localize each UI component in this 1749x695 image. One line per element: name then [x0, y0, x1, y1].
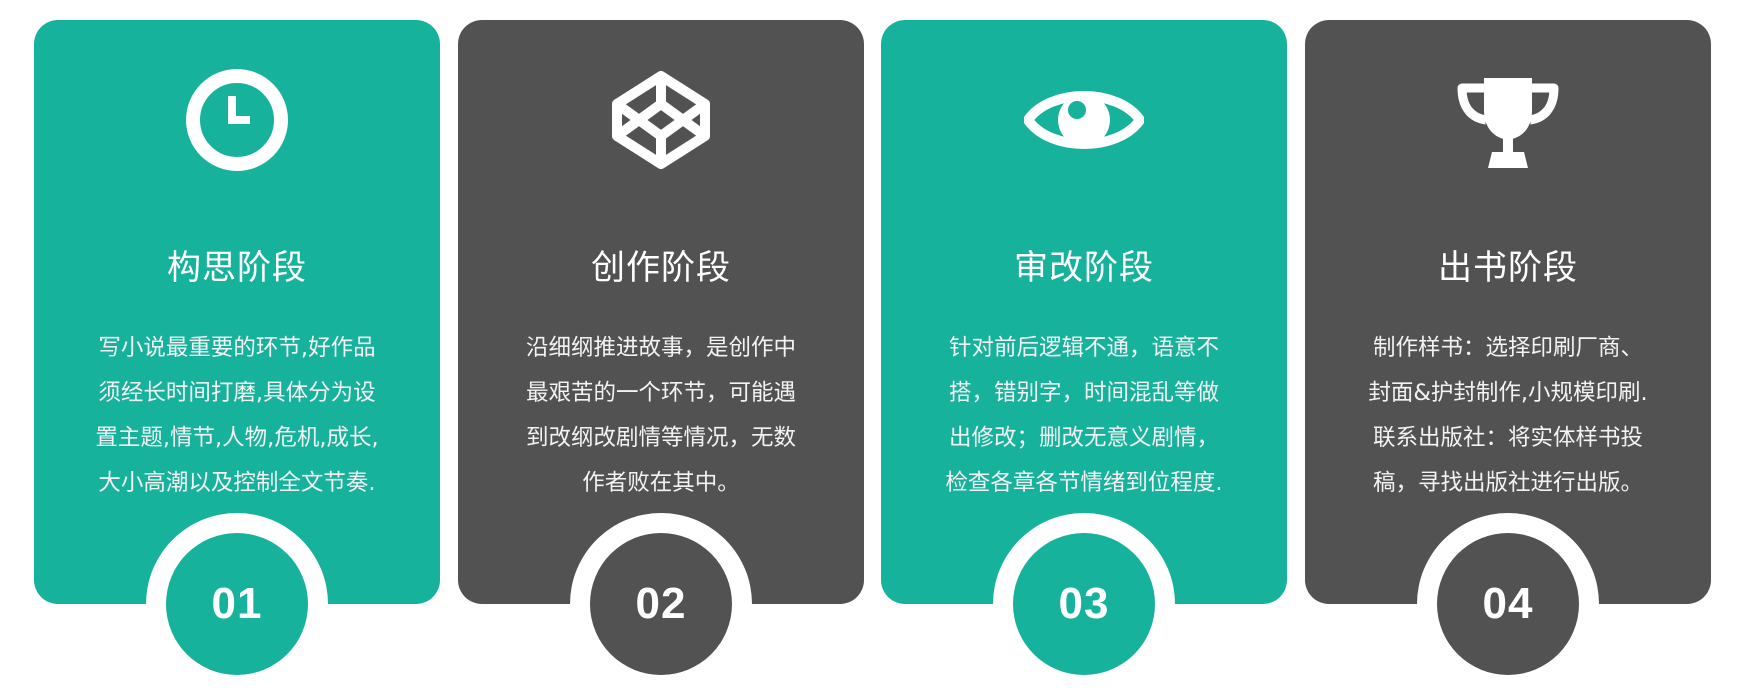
description-line: 写小说最重要的环节,好作品	[98, 335, 376, 361]
stage-title: 审改阶段	[1014, 248, 1154, 288]
stage-description: 针对前后逻辑不通，语意不 搭，错别字，时间混乱等做 出修改；删改无意义剧情， 检…	[921, 326, 1247, 506]
description-line: 搭，错别字，时间混乱等做	[948, 380, 1219, 406]
clock-icon	[186, 69, 288, 171]
description-line: 最艰苦的一个环节，可能遇	[525, 380, 796, 406]
description-line: 联系出版社：将实体样书投	[1372, 425, 1643, 451]
trophy-icon	[1457, 78, 1559, 168]
description-line: 针对前后逻辑不通，语意不	[948, 335, 1219, 361]
stage-description: 沿细纲推进故事，是创作中 最艰苦的一个环节，可能遇 到改纲改剧情等情况，无数 作…	[498, 326, 824, 506]
description-line: 沿细纲推进故事，是创作中	[525, 335, 796, 361]
stage-title: 构思阶段	[167, 248, 307, 288]
stage-description: 制作样书：选择印刷厂商、 封面&护封制作,小规模印刷. 联系出版社：将实体样书投…	[1345, 326, 1671, 506]
stages-panel: 构思阶段 写小说最重要的环节,好作品 须经长时间打磨,具体分为设 置主题,情节,…	[0, 0, 1749, 695]
stage-description: 写小说最重要的环节,好作品 须经长时间打磨,具体分为设 置主题,情节,人物,危机…	[74, 326, 400, 506]
description-line: 制作样书：选择印刷厂商、	[1372, 335, 1643, 361]
stage-number-badge: 04	[1437, 533, 1579, 675]
description-line: 检查各章各节情绪到位程度.	[945, 470, 1223, 496]
stage-title: 出书阶段	[1438, 248, 1578, 288]
stage-title: 创作阶段	[591, 248, 731, 288]
description-line: 稿，寻找出版社进行出版。	[1372, 470, 1643, 496]
stage-number-badge: 03	[1013, 533, 1155, 675]
stage-number-badge: 02	[590, 533, 732, 675]
description-line: 大小高潮以及控制全文节奏.	[98, 470, 376, 496]
stage-number-badge: 01	[166, 533, 308, 675]
description-line: 置主题,情节,人物,危机,成长,	[95, 425, 379, 451]
description-line: 到改纲改剧情等情况，无数	[525, 425, 796, 451]
description-line: 作者败在其中。	[582, 470, 740, 496]
codepen-cube-icon	[612, 71, 710, 169]
eye-icon	[1024, 91, 1144, 149]
description-line: 封面&护封制作,小规模印刷.	[1368, 380, 1648, 406]
description-line: 须经长时间打磨,具体分为设	[98, 380, 376, 406]
description-line: 出修改；删改无意义剧情，	[948, 425, 1219, 451]
